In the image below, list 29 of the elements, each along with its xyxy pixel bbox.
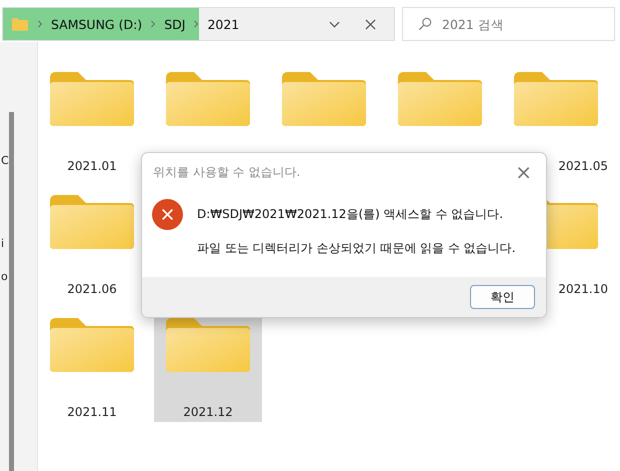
error-icon [152,199,183,230]
chevron-icon [37,20,43,28]
chevron-icon [193,20,200,28]
folder-name: 2021.05 [558,159,608,173]
folder-name: 2021.06 [67,282,117,296]
folder-name: 2021.01 [67,159,117,173]
breadcrumb-item[interactable]: SAMSUNG (D:) [51,16,142,32]
breadcrumb-item[interactable]: 2021 [207,16,240,32]
sidebar-item[interactable]: C [1,154,9,167]
folder-name: 2021.12 [183,405,233,419]
chevron-icon [150,20,156,28]
error-message: D:₩SDJ₩2021₩2021.12을(를) 액세스할 수 없습니다. [197,206,504,223]
scrollbar[interactable] [9,112,14,471]
search-input[interactable]: 2021 검색 [442,9,614,39]
search-icon [418,17,432,31]
breadcrumb-item[interactable]: SDJ [164,16,186,32]
folder-icon [11,16,29,32]
folder-name: 2021.11 [67,405,117,419]
address-bar[interactable]: SAMSUNG (D:) SDJ 2021 [2,7,395,41]
error-detail: 파일 또는 디렉터리가 손상되었기 때문에 읽을 수 없습니다. [197,240,516,257]
search-field[interactable]: 2021 검색 [402,7,615,41]
dialog-title: 위치를 사용할 수 없습니다. [153,164,300,180]
close-button[interactable]: × [509,160,538,184]
folder-name: 2021.10 [558,282,608,296]
ok-button[interactable]: 확인 [470,285,535,309]
close-icon [365,18,376,30]
dropdown-icon [329,20,340,28]
sidebar-item[interactable]: i [1,237,4,250]
sidebar-item[interactable]: o [1,270,8,283]
